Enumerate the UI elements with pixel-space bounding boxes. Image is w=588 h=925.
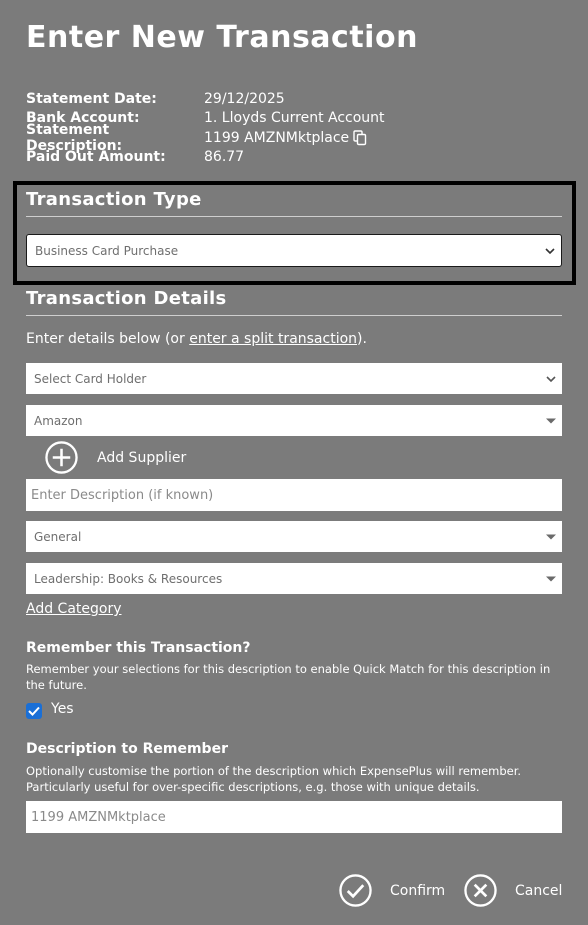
transaction-type-value: Business Card Purchase	[35, 243, 179, 258]
bank-account-value: 1. Lloyds Current Account	[204, 110, 385, 127]
remember-checkbox[interactable]	[26, 703, 42, 719]
supplier-value: Amazon	[34, 413, 83, 428]
chevron-down-icon	[545, 244, 555, 258]
chevron-down-icon	[546, 372, 556, 386]
add-supplier-label: Add Supplier	[97, 449, 187, 466]
paid-out-row: Paid Out Amount: 86.77	[26, 148, 385, 168]
transaction-dialog: Enter New Transaction Statement Date: 29…	[0, 0, 588, 925]
statement-description-value: 1199 AMZNMktplace	[204, 129, 350, 146]
statement-description-row: Statement Description: 1199 AMZNMktplace	[26, 122, 385, 154]
category-value: Leadership: Books & Resources	[34, 571, 223, 586]
statement-date-row: Statement Date: 29/12/2025	[26, 89, 385, 109]
card-holder-select[interactable]: Select Card Holder	[26, 363, 562, 394]
transaction-type-divider	[26, 216, 562, 217]
category-select[interactable]: Leadership: Books & Resources	[26, 563, 562, 594]
card-holder-value: Select Card Holder	[34, 371, 147, 386]
paid-out-value: 86.77	[204, 149, 245, 166]
project-value: General	[34, 529, 82, 544]
remember-description-heading: Description to Remember	[26, 741, 228, 757]
copy-icon[interactable]	[353, 130, 367, 146]
cancel-label: Cancel	[515, 882, 563, 899]
remember-description-input[interactable]	[26, 801, 562, 833]
caret-down-icon	[546, 534, 556, 539]
supplier-select[interactable]: Amazon	[26, 405, 562, 436]
caret-down-icon	[546, 418, 556, 423]
details-intro: Enter details below (or enter a split tr…	[26, 331, 367, 347]
paid-out-label: Paid Out Amount:	[26, 149, 166, 166]
page-title: Enter New Transaction	[26, 20, 418, 55]
project-select[interactable]: General	[26, 521, 562, 552]
statement-date-label: Statement Date:	[26, 90, 157, 107]
transaction-type-heading: Transaction Type	[26, 189, 202, 210]
remember-heading: Remember this Transaction?	[26, 640, 251, 656]
transaction-type-select[interactable]: Business Card Purchase	[26, 234, 562, 267]
remember-checkbox-label: Yes	[51, 701, 74, 717]
split-transaction-link[interactable]: enter a split transaction	[189, 331, 357, 347]
checkmark-icon	[28, 706, 40, 716]
statement-date-value: 29/12/2025	[204, 90, 285, 107]
remember-help: Remember your selections for this descri…	[26, 662, 551, 692]
close-circle-icon	[464, 874, 497, 907]
cancel-button[interactable]: Cancel	[464, 874, 562, 907]
confirm-label: Confirm	[390, 882, 446, 899]
description-input[interactable]	[26, 479, 562, 511]
statement-info: Statement Date: 29/12/2025 Bank Account:…	[26, 89, 385, 167]
plus-circle-icon	[45, 441, 78, 474]
add-category-link[interactable]: Add Category	[26, 601, 122, 617]
confirm-button[interactable]: Confirm	[339, 874, 445, 907]
remember-description-help: Optionally customise the portion of the …	[26, 764, 522, 794]
check-circle-icon	[339, 874, 372, 907]
add-supplier-button[interactable]: Add Supplier	[45, 441, 186, 474]
caret-down-icon	[546, 576, 556, 581]
transaction-details-heading: Transaction Details	[26, 288, 227, 309]
transaction-details-divider	[26, 315, 562, 316]
